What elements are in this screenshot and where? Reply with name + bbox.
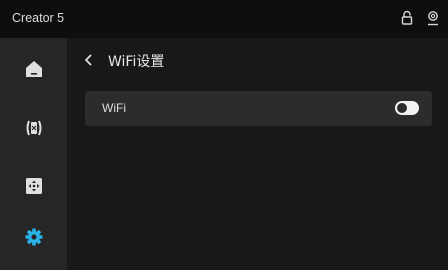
back-button[interactable]	[79, 50, 99, 70]
toggle-knob	[397, 103, 407, 113]
wifi-label: WiFi	[102, 101, 126, 115]
home-icon	[25, 61, 42, 77]
title-bar: Creator 5	[0, 0, 448, 38]
page-title: WiFi设置	[108, 54, 165, 70]
app-title: Creator 5	[12, 11, 65, 25]
wifi-toggle[interactable]	[395, 101, 419, 115]
lock-icon[interactable]	[399, 10, 415, 26]
main-panel: WiFi设置 WiFi	[67, 38, 448, 270]
extruder-icon	[26, 120, 41, 136]
sidebar	[0, 38, 67, 270]
user-icon[interactable]	[425, 10, 441, 26]
chevron-left-icon	[84, 54, 92, 66]
sidebar-item-print-head[interactable]	[0, 100, 67, 156]
gear-icon	[25, 228, 42, 246]
wifi-setting-row: WiFi	[85, 91, 432, 126]
sidebar-item-move[interactable]	[0, 158, 67, 214]
sidebar-item-home[interactable]	[0, 41, 67, 97]
move-control-icon	[25, 178, 42, 194]
sidebar-item-settings[interactable]	[0, 209, 67, 265]
